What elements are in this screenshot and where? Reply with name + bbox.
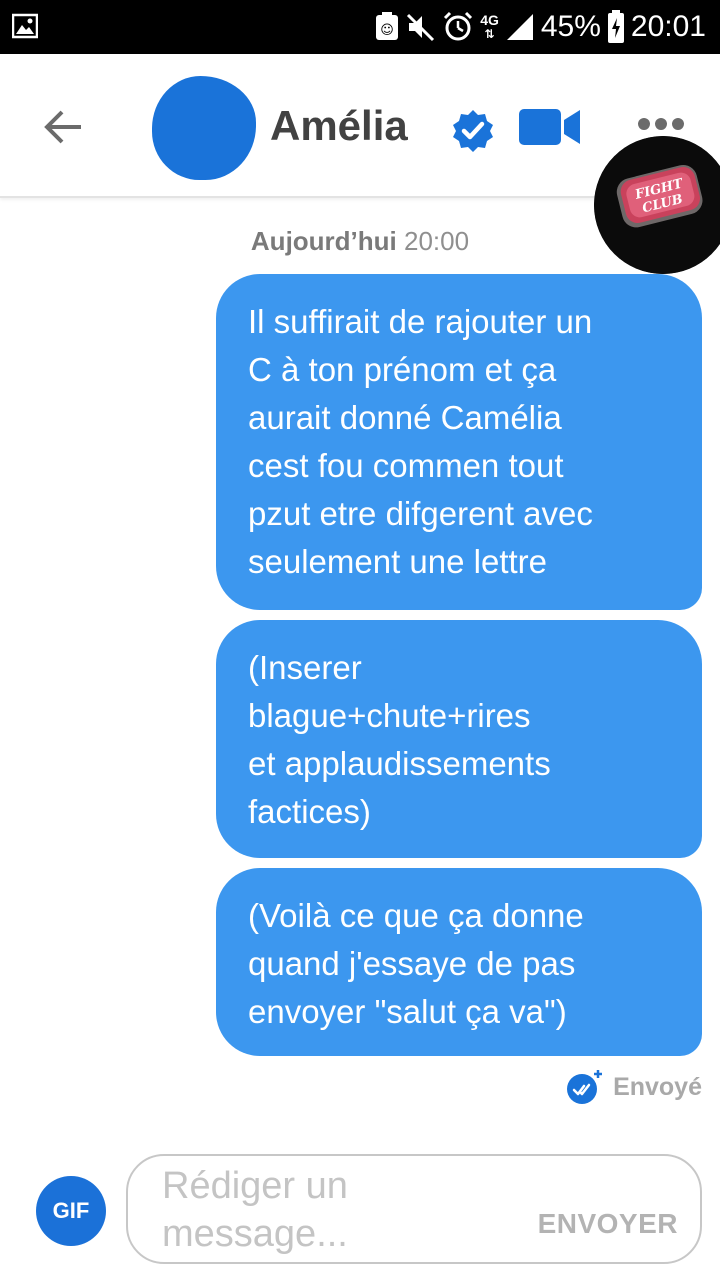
fight-club-sticker: FIGHT CLUB xyxy=(594,136,720,274)
battery-charging-icon xyxy=(607,10,624,43)
sent-status: Envoyé xyxy=(565,1068,702,1106)
message-bubble[interactable]: (Inserer blague+chute+rires et applaudis… xyxy=(216,620,702,858)
status-time: 20:01 xyxy=(630,10,706,43)
image-icon xyxy=(12,13,38,39)
status-bar: ☺ 4G ⇅ 45% 20:01 xyxy=(0,0,720,54)
status-icons: ☺ 4G ⇅ 45% 20:01 xyxy=(374,0,706,54)
back-button[interactable] xyxy=(36,100,90,154)
gif-button[interactable]: GIF xyxy=(36,1176,106,1246)
nfc-icon: ☺ xyxy=(376,12,399,40)
signal-icon xyxy=(506,14,533,40)
sent-check-icon xyxy=(567,1070,603,1104)
soap-bar-icon: FIGHT CLUB xyxy=(594,136,720,274)
send-button[interactable]: ENVOYER xyxy=(538,1208,678,1240)
verified-badge-icon xyxy=(453,110,493,152)
mute-icon xyxy=(407,13,435,42)
battery-percent: 45% xyxy=(540,10,601,43)
message-bubble[interactable]: Il suffirait de rajouter un C à ton prén… xyxy=(216,274,702,610)
svg-text:☺: ☺ xyxy=(380,23,394,38)
chat-screen: ☺ 4G ⇅ 45% 20:01 Amélia FIGHT CLUB Aujou… xyxy=(0,0,720,1280)
contact-avatar[interactable] xyxy=(152,76,256,180)
contact-name[interactable]: Amélia xyxy=(270,98,408,154)
more-options-icon[interactable] xyxy=(636,116,686,132)
message-input[interactable] xyxy=(162,1162,462,1258)
video-call-icon[interactable] xyxy=(518,107,582,147)
timestamp-time: 20:00 xyxy=(404,226,470,256)
message-bubble[interactable]: (Voilà ce que ça donne quand j'essaye de… xyxy=(216,868,702,1056)
back-arrow-icon xyxy=(44,110,81,144)
message-composer: ENVOYER xyxy=(126,1154,702,1264)
sent-status-label: Envoyé xyxy=(613,1072,702,1101)
timestamp-day: Aujourd’hui xyxy=(250,226,397,256)
network-4g-icon: 4G ⇅ xyxy=(480,12,499,41)
alarm-icon xyxy=(444,11,473,41)
